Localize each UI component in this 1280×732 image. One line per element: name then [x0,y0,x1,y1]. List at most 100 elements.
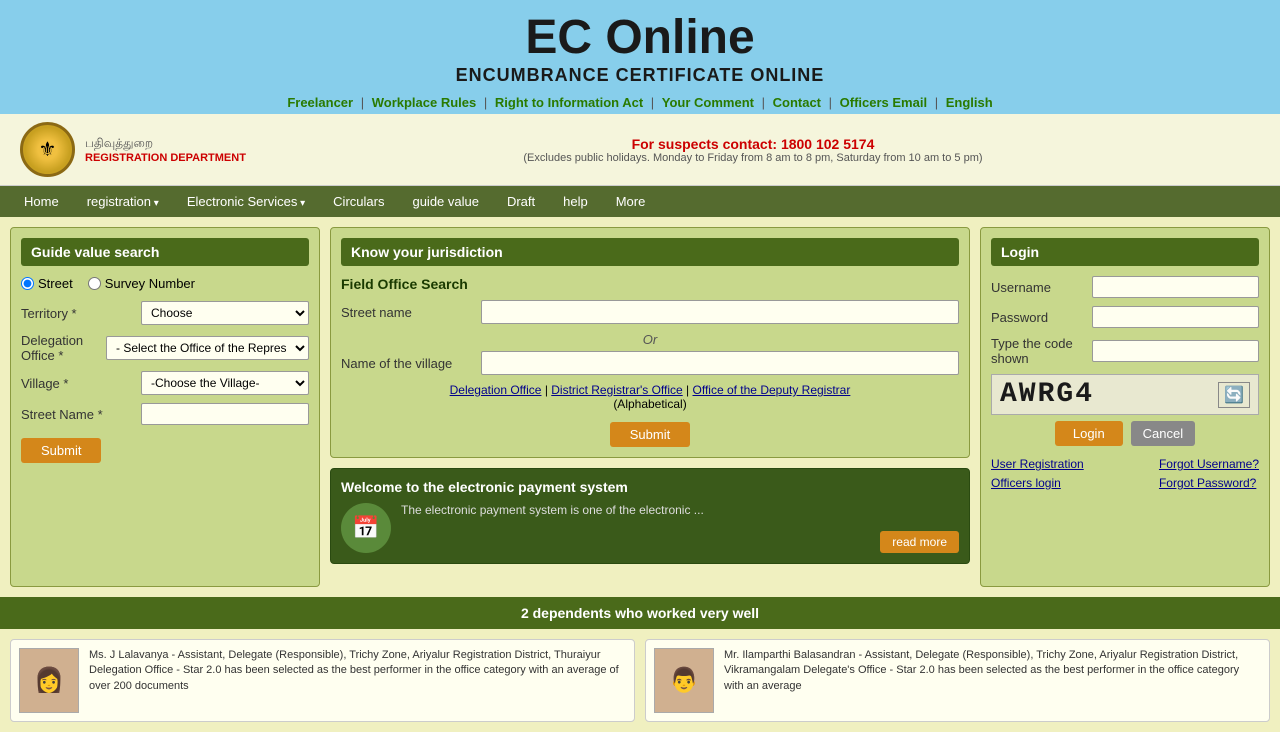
or-divider: Or [341,332,959,347]
street-name-search-label: Street name [341,305,471,320]
nav-help[interactable]: help [549,186,602,217]
logo-circle: ⚜ [20,122,75,177]
payment-icon: 📅 [341,503,391,553]
street-name-search-row: Street name [341,300,959,324]
nav-guide-value[interactable]: guide value [398,186,493,217]
street-name-search-input[interactable] [481,300,959,324]
territory-row: Territory * Choose [21,301,309,325]
performer-card-1: 👩 Ms. J Lalavanya - Assistant, Delegate … [10,639,635,722]
nav-contact[interactable]: Contact [773,95,821,110]
password-input[interactable] [1092,306,1259,328]
nav-home[interactable]: Home [10,186,73,217]
radio-survey-label[interactable]: Survey Number [88,276,195,291]
nav-more[interactable]: More [602,186,660,217]
alphabetical-label: (Alphabetical) [613,397,686,411]
bottom-bar-text: 2 dependents who worked very well [521,605,759,621]
username-input[interactable] [1092,276,1259,298]
search-type-radio-group: Street Survey Number [21,276,309,291]
radio-survey[interactable] [88,277,101,290]
cancel-button[interactable]: Cancel [1131,421,1195,446]
username-label: Username [991,280,1092,295]
village-row: Village * -Choose the Village- [21,371,309,395]
hotline: For suspects contact: 1800 102 5174 [246,136,1260,152]
forgot-password-link[interactable]: Forgot Password? [1159,476,1256,490]
nav-draft[interactable]: Draft [493,186,549,217]
captcha-input[interactable] [1092,340,1259,362]
login-button[interactable]: Login [1055,421,1123,446]
field-search-label: Field Office Search [341,276,959,292]
radio-street-text: Street [38,276,73,291]
street-name-label: Street Name * [21,407,141,422]
captcha-text: AWRG4 [1000,379,1094,410]
user-registration-link[interactable]: User Registration [991,457,1084,471]
territory-label: Territory * [21,306,141,321]
nav-rti[interactable]: Right to Information Act [495,95,643,110]
radio-street-label[interactable]: Street [21,276,73,291]
nav-electronic-services[interactable]: Electronic Services [173,186,319,217]
delegation-row: Delegation Office * - Select the Office … [21,333,309,363]
nav-workplace-rules[interactable]: Workplace Rules [372,95,477,110]
guide-value-submit-button[interactable]: Submit [21,438,101,463]
code-label: Type the code shown [991,336,1092,366]
site-subtitle: ENCUMBRANCE CERTIFICATE ONLINE [0,65,1280,86]
nav-circulars[interactable]: Circulars [319,186,398,217]
radio-survey-text: Survey Number [105,276,195,291]
login-panel: Login Username Password Type the code sh… [980,227,1270,587]
middle-panel: Know your jurisdiction Field Office Sear… [330,227,970,587]
captcha-refresh-button[interactable]: 🔄 [1218,382,1250,408]
forgot-username-link[interactable]: Forgot Username? [1159,457,1259,471]
payment-title: Welcome to the electronic payment system [341,479,959,495]
dept-name-english: REGISTRATION DEPARTMENT [85,152,246,164]
delegation-select[interactable]: - Select the Office of the Repres [106,336,309,360]
performers-section: 👩 Ms. J Lalavanya - Assistant, Delegate … [0,629,1280,732]
village-name-search-label: Name of the village [341,356,471,371]
payment-panel: Welcome to the electronic payment system… [330,468,970,564]
nav-english[interactable]: English [946,95,993,110]
nav-your-comment[interactable]: Your Comment [662,95,754,110]
delegation-office-link[interactable]: Delegation Office [450,383,542,397]
village-name-search-input[interactable] [481,351,959,375]
password-label: Password [991,310,1092,325]
performer-text-2: Mr. Ilamparthi Balasandran - Assistant, … [724,648,1261,713]
payment-description: The electronic payment system is one of … [401,503,870,517]
site-header: EC Online ENCUMBRANCE CERTIFICATE ONLINE [0,0,1280,91]
territory-select[interactable]: Choose [141,301,309,325]
street-name-row: Street Name * [21,403,309,425]
deputy-registrar-link[interactable]: Office of the Deputy Registrar [693,383,851,397]
district-registrar-link[interactable]: District Registrar's Office [551,383,682,397]
street-name-input[interactable] [141,403,309,425]
site-title: EC Online [0,10,1280,65]
guide-value-search-panel: Guide value search Street Survey Number … [10,227,320,587]
header-nav: Freelancer | Workplace Rules | Right to … [0,91,1280,114]
village-select[interactable]: -Choose the Village- [141,371,309,395]
username-row: Username [991,276,1259,298]
main-content: Guide value search Street Survey Number … [0,217,1280,597]
captcha-box: AWRG4 🔄 [991,374,1259,415]
radio-street[interactable] [21,277,34,290]
jurisdiction-panel: Know your jurisdiction Field Office Sear… [330,227,970,458]
guide-value-search-title: Guide value search [21,238,309,266]
contact-info: For suspects contact: 1800 102 5174 (Exc… [246,136,1260,164]
nav-registration-dropdown[interactable]: registration [73,186,173,217]
info-bar: ⚜ பதிவுத்துறை REGISTRATION DEPARTMENT Fo… [0,114,1280,186]
dept-name-block: பதிவுத்துறை REGISTRATION DEPARTMENT [85,136,246,164]
village-label: Village * [21,376,141,391]
performer-photo-2: 👨 [654,648,714,713]
hotline-number: 1800 102 5174 [781,136,874,152]
logo-emblem: ⚜ [25,127,70,172]
read-more-button[interactable]: read more [880,531,959,553]
login-title: Login [991,238,1259,266]
jurisdiction-submit-button[interactable]: Submit [610,422,690,447]
delegation-label: Delegation Office * [21,333,106,363]
nav-registration[interactable]: registration [73,186,173,217]
nav-electronic-services-dropdown[interactable]: Electronic Services [173,186,319,217]
jurisdiction-links: Delegation Office | District Registrar's… [341,383,959,411]
payment-content: 📅 The electronic payment system is one o… [341,503,959,553]
dept-name-tamil: பதிவுத்துறை [85,136,246,152]
nav-officers-email[interactable]: Officers Email [840,95,927,110]
password-row: Password [991,306,1259,328]
nav-freelancer[interactable]: Freelancer [287,95,353,110]
jurisdiction-title: Know your jurisdiction [341,238,959,266]
performer-card-2: 👨 Mr. Ilamparthi Balasandran - Assistant… [645,639,1270,722]
officers-login-link[interactable]: Officers login [991,476,1061,490]
